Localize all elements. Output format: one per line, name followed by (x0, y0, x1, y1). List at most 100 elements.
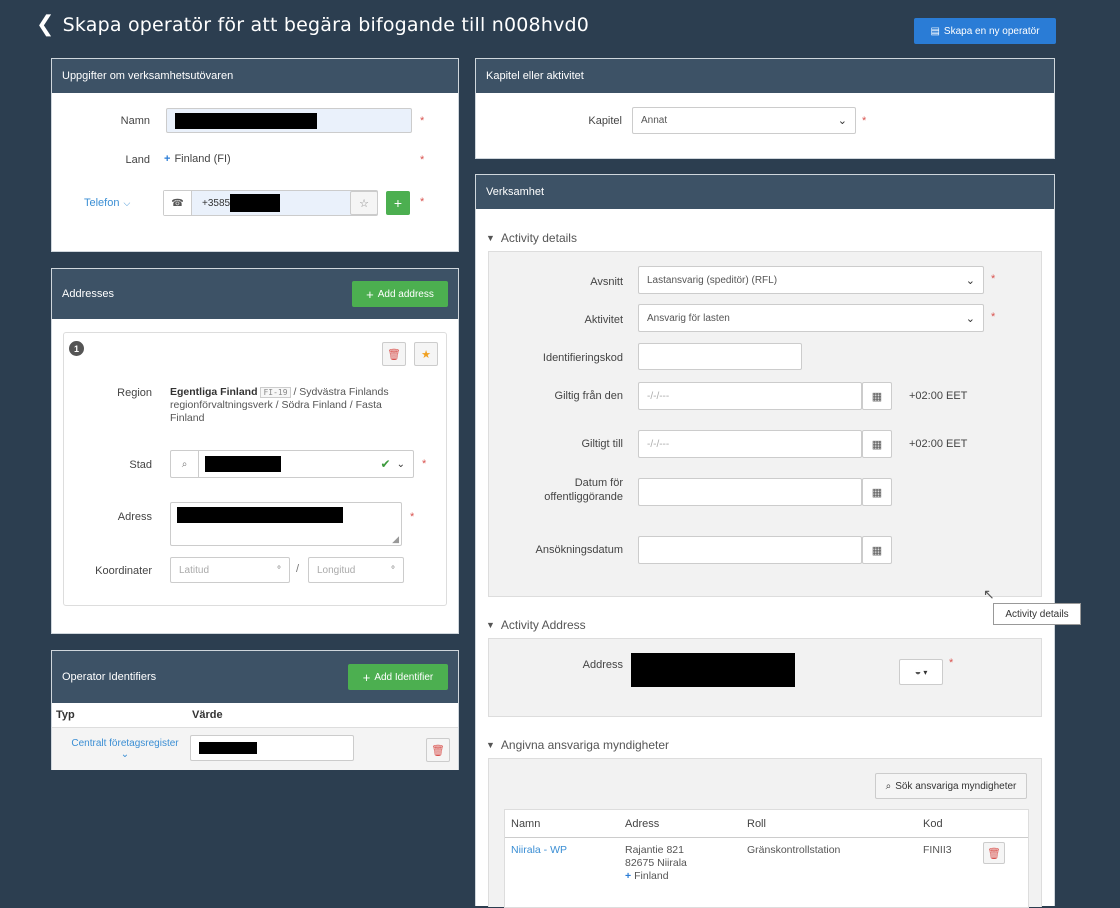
new-operator-button[interactable]: ▤ Skapa en ny operatör (914, 18, 1056, 44)
authority-row: Niirala - WP Rajantie 821 82675 Niirala … (505, 840, 1028, 900)
checkmark-icon: ✔ (380, 457, 391, 471)
authority-address-line2: 82675 Niirala (625, 857, 687, 869)
activity-address-title: Activity Address (500, 618, 586, 632)
coordinates-label: Koordinater (95, 565, 152, 577)
search-icon: ⌕ (171, 451, 199, 477)
add-identifier-button[interactable]: + Add Identifier (348, 664, 448, 690)
business-header: Verksamhet (476, 175, 1054, 209)
publish-date-calendar-button[interactable]: ▦ (862, 478, 892, 506)
resize-handle-icon[interactable]: ◢ (392, 534, 399, 545)
add-address-label: Add address (377, 288, 434, 300)
favorite-phone-button[interactable]: ☆ (350, 191, 378, 215)
publish-date-input[interactable] (638, 478, 862, 506)
page-title: ❮ Skapa operatör för att begära bifogand… (36, 14, 590, 37)
delete-authority-button[interactable]: 🗑 (983, 842, 1005, 864)
latitude-input[interactable]: Latitud ° (170, 557, 290, 583)
longitude-input[interactable]: Longitud ° (308, 557, 404, 583)
activity-details-toggle[interactable]: ▼ Activity details (486, 231, 577, 245)
id-code-input[interactable] (638, 343, 802, 370)
activity-label: Aktivitet (584, 314, 623, 326)
address-index-badge: 1 (69, 341, 84, 356)
section-required-mark: * (991, 273, 996, 285)
valid-to-placeholder: -/-/--- (647, 438, 670, 450)
city-input[interactable]: ⌕ ✔ ⌄ (170, 450, 414, 478)
identifier-type-dropdown[interactable]: Centralt företagsregister ⌄ (64, 738, 186, 760)
operator-details-panel: Uppgifter om verksamhetsutövaren Namn * … (51, 58, 459, 252)
finland-flag-icon: + (625, 870, 632, 882)
application-date-input[interactable] (638, 536, 862, 564)
business-panel: Verksamhet ▼ Activity details Avsnitt La… (475, 174, 1055, 908)
addresses-header: Addresses + Add address (52, 269, 458, 319)
valid-from-placeholder: -/-/--- (647, 390, 670, 402)
delete-identifier-button[interactable]: 🗑 (426, 738, 450, 762)
name-input[interactable] (166, 108, 412, 133)
authority-country: + Finland (625, 870, 687, 883)
mouse-cursor-icon: ↖ (983, 586, 995, 602)
longitude-placeholder: Longitud (317, 564, 356, 576)
identifier-value-input[interactable] (190, 735, 354, 761)
address-textarea[interactable]: ◢ (170, 502, 402, 546)
chapter-select[interactable]: Annat ⌄ (632, 107, 856, 134)
authorities-table: Namn Adress Roll Kod Niirala - WP Rajant… (504, 809, 1029, 908)
phone-icon: ☎ (164, 191, 192, 215)
identifiers-column-value: Värde (192, 709, 223, 721)
country-value: + Finland (FI) (164, 153, 231, 165)
search-authorities-button[interactable]: ⌕ Sök ansvariga myndigheter (875, 773, 1027, 799)
address-required-mark: * (410, 511, 415, 523)
identifiers-panel: Operator Identifiers + Add Identifier Ty… (51, 650, 459, 770)
add-phone-button[interactable]: + (386, 191, 410, 215)
valid-to-calendar-button[interactable]: ▦ (862, 430, 892, 458)
add-address-button[interactable]: + Add address (352, 281, 448, 307)
page-title-text: Skapa operatör för att begära bifogande … (62, 14, 590, 36)
valid-from-calendar-button[interactable]: ▦ (862, 382, 892, 410)
chapter-value: Annat (641, 115, 668, 126)
activity-address-toggle[interactable]: ▼ Activity Address (486, 618, 586, 632)
authority-name-link[interactable]: Niirala - WP (511, 844, 567, 856)
degree-icon: ° (391, 564, 395, 576)
activity-details-tooltip: Activity details (993, 603, 1081, 625)
authorities-toggle[interactable]: ▼ Angivna ansvariga myndigheter (486, 738, 669, 752)
region-code: FI-19 (260, 387, 291, 398)
identifiers-title: Operator Identifiers (62, 671, 157, 683)
valid-from-input[interactable]: -/-/--- (638, 382, 862, 410)
plus-icon: + (366, 286, 374, 302)
plus-icon: + (393, 195, 403, 211)
valid-to-input[interactable]: -/-/--- (638, 430, 862, 458)
delete-address-button[interactable]: 🗑 (382, 342, 406, 366)
redacted-address (177, 507, 343, 523)
identifiers-header: Operator Identifiers + Add Identifier (52, 651, 458, 703)
activity-select[interactable]: Ansvarig för lasten ⌄ (638, 304, 984, 332)
identifier-type-label: Centralt företagsregister (71, 738, 179, 749)
address-index: 1 (73, 343, 79, 354)
business-title: Verksamhet (486, 186, 545, 198)
section-select[interactable]: Lastansvarig (speditör) (RFL) ⌄ (638, 266, 984, 294)
phone-type-dropdown[interactable]: Telefon ⌵ (84, 197, 130, 209)
authority-country-text: Finland (634, 870, 669, 882)
new-operator-label: Skapa en ny operatör (943, 25, 1040, 37)
phone-type-label: Telefon (84, 197, 120, 209)
primary-address-button[interactable]: ★ (414, 342, 438, 366)
chevron-down-icon: ⌄ (965, 274, 975, 287)
add-identifier-label: Add Identifier (374, 671, 434, 683)
chapter-required-mark: * (862, 115, 867, 127)
operator-details-header: Uppgifter om verksamhetsutövaren (52, 59, 458, 93)
header-code: Kod (923, 818, 943, 830)
redacted-identifier (199, 742, 257, 754)
activity-address-label: Address (582, 659, 623, 671)
authorities-box: ⌕ Sök ansvariga myndigheter Namn Adress … (488, 758, 1042, 908)
header-name: Namn (511, 818, 541, 830)
authorities-header-row: Namn Adress Roll Kod (505, 810, 1028, 838)
back-chevron-icon[interactable]: ❮ (36, 14, 55, 36)
tooltip-text: Activity details (1005, 608, 1069, 620)
phone-input[interactable]: ☎ +3585 (163, 190, 378, 216)
chevron-down-icon[interactable]: ⌄ (397, 459, 405, 470)
address-globe-button[interactable]: ◒ ▾ (899, 659, 943, 685)
application-date-calendar-button[interactable]: ▦ (862, 536, 892, 564)
chevron-down-icon: ⌵ (123, 197, 131, 208)
region-name: Egentliga Finland (170, 386, 258, 398)
region-value: Egentliga Finland FI-19 / Sydvästra Finl… (170, 386, 410, 425)
star-outline-icon: ☆ (359, 197, 369, 210)
trash-icon: 🗑 (431, 744, 445, 757)
name-required-mark: * (420, 115, 425, 127)
activity-details-title: Activity details (500, 231, 577, 245)
